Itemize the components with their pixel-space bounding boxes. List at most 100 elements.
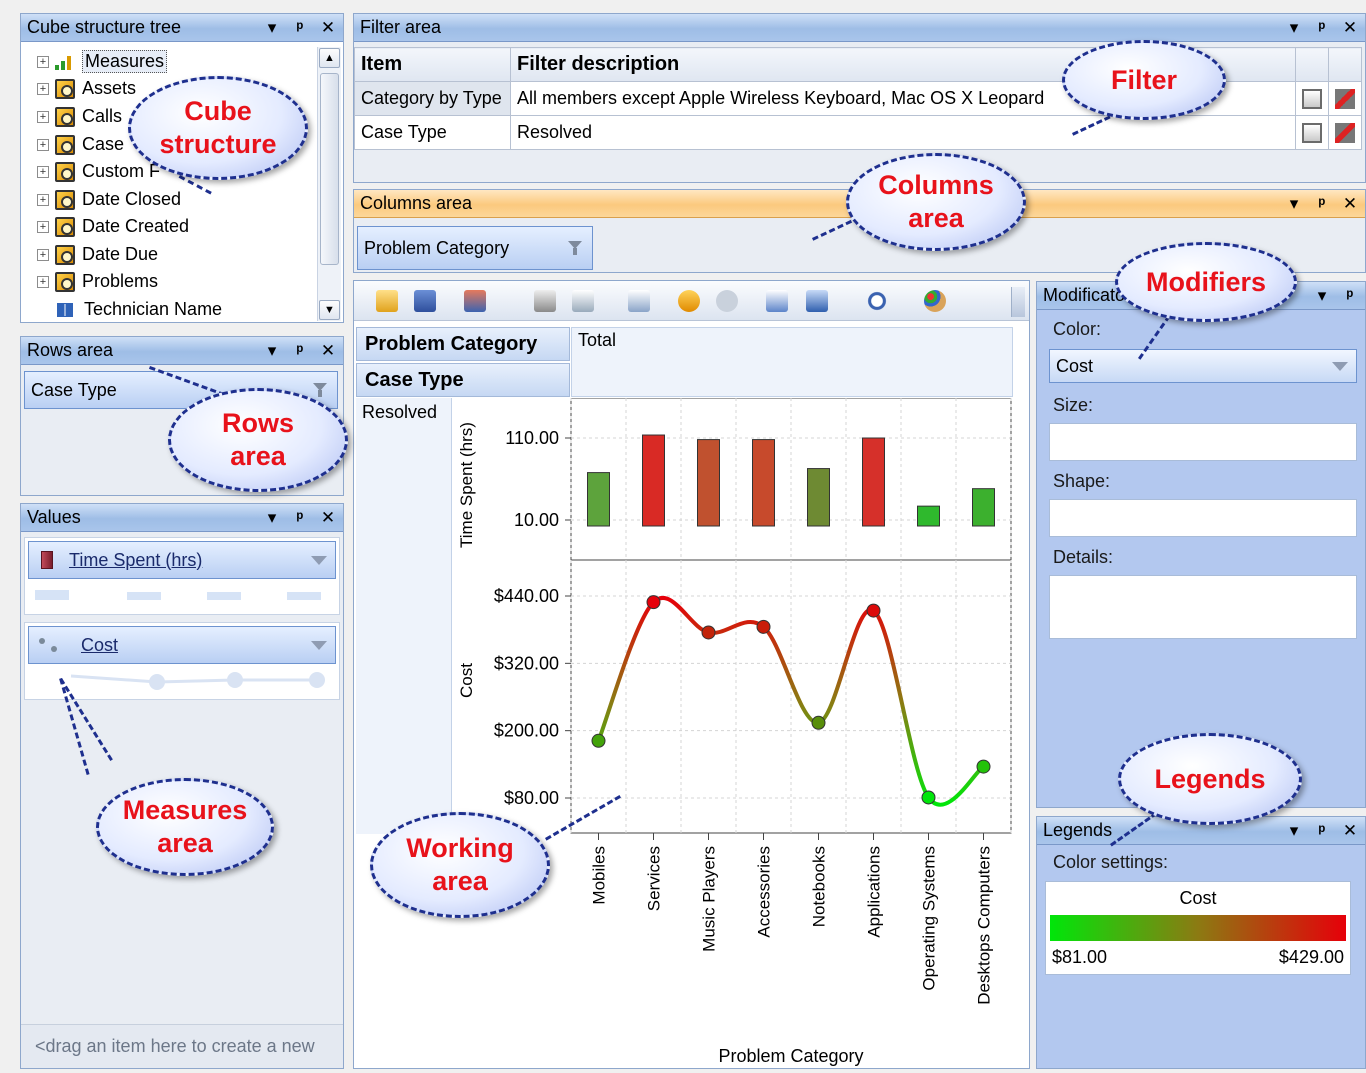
row-field-header[interactable]: Case Type bbox=[356, 363, 570, 397]
table-row[interactable]: Case Type Resolved bbox=[354, 115, 1362, 150]
expand-icon[interactable]: + bbox=[37, 55, 49, 68]
filter-area-titlebar[interactable]: Filter area ▾ ᵖ ✕ bbox=[354, 14, 1365, 42]
cube-structure-title: Cube structure tree bbox=[27, 17, 182, 37]
column-field-header[interactable]: Problem Category bbox=[356, 327, 570, 361]
pin-icon[interactable]: ᵖ bbox=[1313, 194, 1331, 214]
filter-icon[interactable] bbox=[568, 241, 582, 255]
tree-item-date-created[interactable]: + Date Created bbox=[37, 213, 189, 240]
expand-icon[interactable]: + bbox=[37, 138, 49, 151]
expand-icon[interactable]: + bbox=[37, 110, 49, 123]
field-label: Case Type bbox=[31, 379, 117, 400]
edit-filter-icon[interactable] bbox=[1295, 81, 1329, 116]
chevron-down-icon[interactable] bbox=[1332, 362, 1348, 371]
callout-text: Modifiers bbox=[1145, 266, 1266, 297]
save-icon[interactable] bbox=[414, 290, 436, 312]
chevron-down-icon[interactable] bbox=[311, 556, 327, 565]
dropdown-icon[interactable]: ▾ bbox=[1285, 194, 1303, 214]
filter-icon[interactable] bbox=[313, 383, 327, 397]
value-field-time-spent[interactable]: Time Spent (hrs) bbox=[28, 541, 336, 579]
tree-item-calls[interactable]: + Calls bbox=[37, 103, 122, 130]
expand-icon[interactable]: + bbox=[37, 275, 49, 288]
tree-item-technician-name[interactable]: Technician Name bbox=[55, 296, 222, 322]
measures-icon bbox=[55, 54, 75, 70]
row-member-cell[interactable]: Resolved bbox=[356, 398, 452, 834]
close-icon[interactable]: ✕ bbox=[1341, 194, 1359, 214]
cube-structure-titlebar[interactable]: Cube structure tree ▾ ᵖ ✕ bbox=[21, 14, 343, 42]
values-drop-zone[interactable]: <drag an item here to create a new bbox=[21, 1024, 343, 1068]
pin-icon[interactable]: ᵖ bbox=[1313, 821, 1331, 841]
rows-area-titlebar[interactable]: Rows area ▾ ᵖ ✕ bbox=[21, 337, 343, 365]
dropdown-icon[interactable]: ▾ bbox=[263, 508, 281, 528]
palette-icon[interactable] bbox=[924, 290, 946, 312]
dropdown-icon[interactable]: ▾ bbox=[1285, 18, 1303, 38]
filter-callout: Filter bbox=[1062, 40, 1226, 120]
pin-icon[interactable]: ᵖ bbox=[1341, 286, 1359, 306]
close-icon[interactable]: ✕ bbox=[319, 508, 337, 528]
tree-item-custom[interactable]: + Custom F bbox=[37, 158, 160, 185]
scroll-down-icon[interactable]: ▼ bbox=[319, 300, 340, 320]
y-tick-label: $440.00 bbox=[494, 586, 559, 606]
dropdown-icon[interactable]: ▾ bbox=[263, 341, 281, 361]
color-settings-label: Color settings: bbox=[1053, 852, 1169, 872]
scroll-up-icon[interactable]: ▲ bbox=[319, 48, 340, 68]
shape-modifier-dropzone[interactable] bbox=[1049, 499, 1357, 537]
tree-scrollbar[interactable]: ▲ ▼ bbox=[317, 47, 341, 321]
pin-icon[interactable]: ᵖ bbox=[291, 508, 309, 528]
dropdown-icon[interactable]: ▾ bbox=[1313, 286, 1331, 306]
redo-icon[interactable] bbox=[716, 290, 738, 312]
table-layout-icon[interactable] bbox=[806, 290, 828, 312]
tree-item-assets[interactable]: + Assets bbox=[37, 75, 136, 102]
value-field-cost[interactable]: Cost bbox=[28, 626, 336, 664]
data-point bbox=[701, 625, 716, 640]
expand-icon[interactable]: + bbox=[37, 165, 49, 178]
data-point bbox=[646, 595, 661, 610]
tree-item-case[interactable]: + Case bbox=[37, 131, 124, 158]
size-modifier-dropzone[interactable] bbox=[1049, 423, 1357, 461]
tree-item-measures[interactable]: + Measures bbox=[37, 48, 168, 75]
edit-filter-icon[interactable] bbox=[1295, 115, 1329, 150]
bar bbox=[917, 505, 940, 527]
x-tick-label: Desktops Computers bbox=[975, 846, 994, 1005]
value-card-cost[interactable]: Cost bbox=[24, 622, 340, 700]
close-icon[interactable]: ✕ bbox=[319, 341, 337, 361]
copy-icon[interactable] bbox=[628, 290, 650, 312]
undo-icon[interactable] bbox=[678, 290, 700, 312]
expand-icon[interactable]: + bbox=[37, 193, 49, 206]
expand-icon[interactable]: + bbox=[37, 220, 49, 233]
scroll-thumb[interactable] bbox=[320, 73, 339, 265]
toolbar-overflow-icon[interactable] bbox=[1011, 287, 1025, 317]
close-icon[interactable]: ✕ bbox=[1341, 18, 1359, 38]
tree-item-date-due[interactable]: + Date Due bbox=[37, 241, 158, 268]
dimension-icon bbox=[55, 216, 75, 237]
close-icon[interactable]: ✕ bbox=[1341, 821, 1359, 841]
grid-layout-icon[interactable] bbox=[766, 290, 788, 312]
dropdown-icon[interactable]: ▾ bbox=[1285, 821, 1303, 841]
details-modifier-dropzone[interactable] bbox=[1049, 575, 1357, 639]
tree-item-date-closed[interactable]: + Date Closed bbox=[37, 186, 181, 213]
open-folder-icon[interactable] bbox=[376, 290, 398, 312]
values-titlebar[interactable]: Values ▾ ᵖ ✕ bbox=[21, 504, 343, 532]
dropdown-icon[interactable]: ▾ bbox=[263, 18, 281, 38]
columns-field-problem-category[interactable]: Problem Category bbox=[357, 226, 593, 270]
clear-filter-icon[interactable] bbox=[1328, 81, 1362, 116]
clear-filter-icon[interactable] bbox=[1328, 115, 1362, 150]
bar bbox=[642, 434, 665, 527]
chevron-down-icon[interactable] bbox=[311, 641, 327, 650]
pin-icon[interactable]: ᵖ bbox=[1313, 18, 1331, 38]
color-modifier-select[interactable]: Cost bbox=[1049, 349, 1357, 383]
close-icon[interactable]: ✕ bbox=[319, 18, 337, 38]
expand-icon[interactable]: + bbox=[37, 82, 49, 95]
field-label: Problem Category bbox=[364, 237, 510, 258]
tree-item-problems[interactable]: + Problems bbox=[37, 268, 158, 295]
print-preview-icon[interactable] bbox=[572, 290, 594, 312]
export-icon[interactable] bbox=[464, 290, 486, 312]
pin-icon[interactable]: ᵖ bbox=[291, 341, 309, 361]
pin-icon[interactable]: ᵖ bbox=[291, 18, 309, 38]
zoom-icon[interactable] bbox=[866, 290, 888, 312]
print-icon[interactable] bbox=[534, 290, 556, 312]
line-y-axis-label: Cost bbox=[457, 663, 476, 698]
dimension-icon bbox=[55, 134, 75, 155]
expand-icon[interactable]: + bbox=[37, 248, 49, 261]
tree-item-label: Custom F bbox=[82, 161, 161, 181]
value-card-time-spent[interactable]: Time Spent (hrs) bbox=[24, 537, 340, 615]
